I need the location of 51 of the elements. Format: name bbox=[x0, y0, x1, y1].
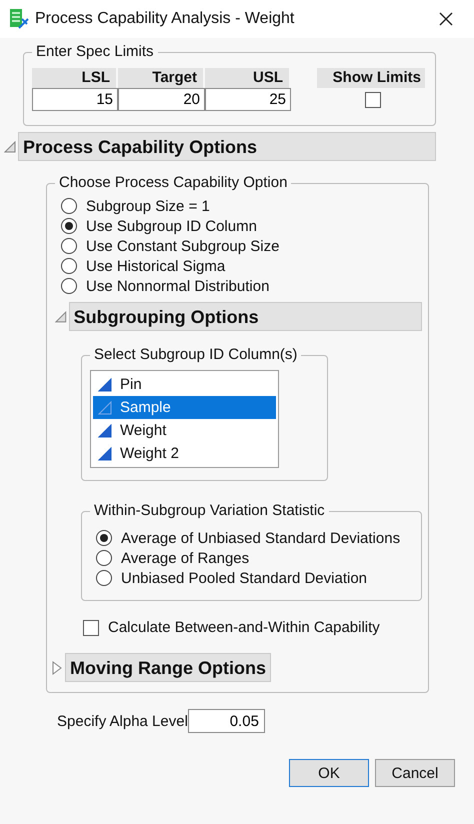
radio-button[interactable] bbox=[96, 570, 112, 586]
column-list-item[interactable]: Weight bbox=[93, 419, 276, 442]
panel-title: Within-Subgroup Variation Statistic bbox=[90, 502, 329, 520]
field-label: Specify Alpha Level bbox=[57, 712, 188, 730]
collapse-triangle-icon[interactable] bbox=[4, 140, 16, 152]
expand-triangle-icon[interactable] bbox=[51, 660, 63, 674]
checkbox[interactable] bbox=[83, 620, 99, 636]
continuous-column-icon bbox=[98, 446, 112, 460]
section-header[interactable]: Subgrouping Options bbox=[68, 302, 422, 331]
column-header: USL bbox=[205, 68, 291, 88]
checkbox[interactable] bbox=[365, 92, 381, 108]
default-button[interactable]: OK bbox=[289, 759, 369, 787]
continuous-column-icon bbox=[98, 400, 112, 414]
section-header[interactable]: Moving Range Options bbox=[65, 653, 271, 682]
option-label: Unbiased Pooled Standard Deviation bbox=[121, 570, 367, 586]
alpha-field[interactable]: 0.05 bbox=[188, 709, 265, 733]
checkbox-label: Calculate Between-and-Within Capability bbox=[108, 619, 380, 636]
panel-title: Enter Spec Limits bbox=[32, 43, 158, 61]
collapse-triangle-icon[interactable] bbox=[55, 310, 67, 322]
option-label: Use Subgroup ID Column bbox=[86, 218, 257, 234]
continuous-column-icon bbox=[98, 378, 112, 392]
option-label: Average of Ranges bbox=[121, 550, 250, 566]
close-icon[interactable] bbox=[438, 11, 454, 27]
radio-button[interactable] bbox=[61, 258, 77, 274]
option-label: Use Constant Subgroup Size bbox=[86, 238, 280, 254]
column-list-item[interactable]: Sample bbox=[93, 396, 276, 419]
panel-title: Select Subgroup ID Column(s) bbox=[90, 346, 302, 364]
column-header: Show Limits bbox=[317, 68, 425, 88]
column-list-item[interactable]: Weight 2 bbox=[93, 442, 276, 465]
dialog-button[interactable]: Cancel bbox=[375, 759, 455, 787]
option-label: Subgroup Size = 1 bbox=[86, 198, 210, 214]
option-label: Use Historical Sigma bbox=[86, 258, 226, 274]
continuous-column-icon bbox=[98, 424, 112, 438]
option-label: Use Nonnormal Distribution bbox=[86, 278, 270, 294]
limit-field[interactable]: 15 bbox=[32, 88, 118, 111]
limit-field[interactable]: 25 bbox=[205, 88, 291, 111]
radio-button[interactable] bbox=[96, 530, 112, 546]
limit-field[interactable]: 20 bbox=[118, 88, 205, 111]
option-label: Average of Unbiased Standard Deviations bbox=[121, 530, 400, 546]
radio-button[interactable] bbox=[61, 198, 77, 214]
app-icon bbox=[9, 8, 29, 30]
window-title: Process Capability Analysis - Weight bbox=[35, 10, 296, 28]
radio-button[interactable] bbox=[96, 550, 112, 566]
column-header: Target bbox=[118, 68, 205, 88]
column-list-item[interactable]: Pin bbox=[93, 373, 276, 396]
panel-title: Choose Process Capability Option bbox=[55, 174, 292, 192]
radio-button[interactable] bbox=[61, 238, 77, 254]
radio-button[interactable] bbox=[61, 278, 77, 294]
section-header[interactable]: Process Capability Options bbox=[18, 132, 436, 161]
column-header: LSL bbox=[32, 68, 118, 88]
radio-button[interactable] bbox=[61, 218, 77, 234]
